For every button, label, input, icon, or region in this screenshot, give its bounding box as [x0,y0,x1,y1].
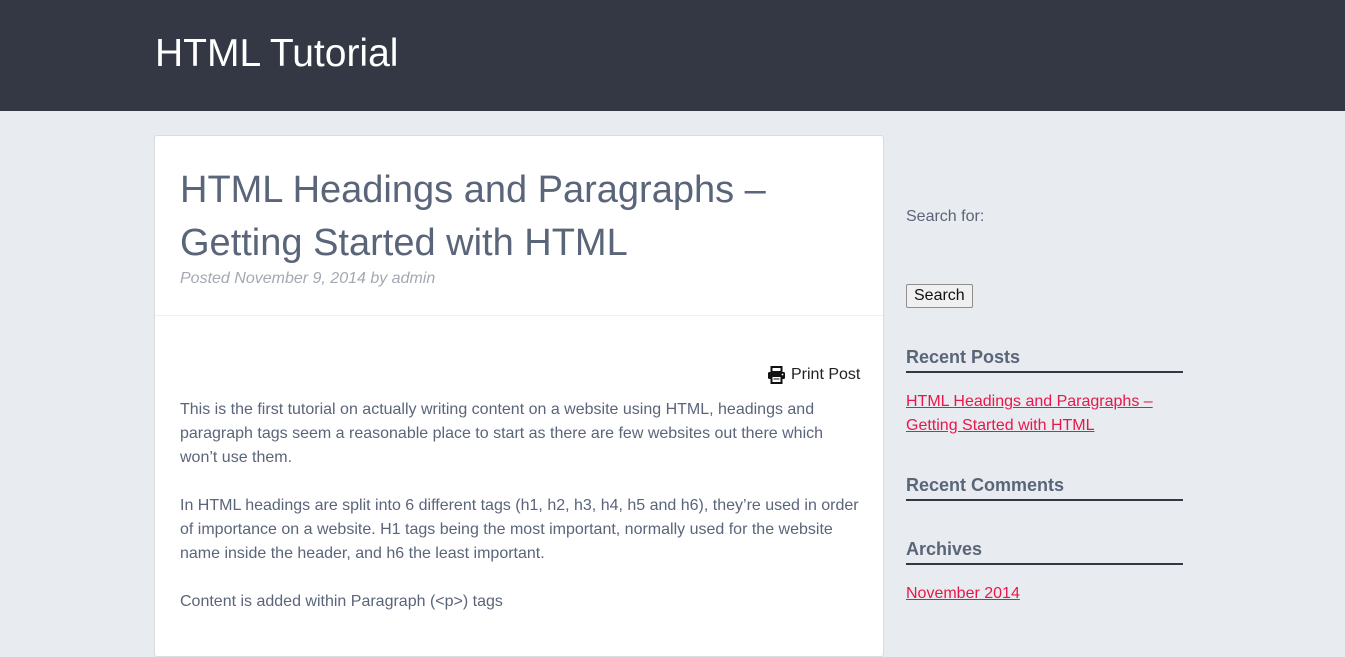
site-header: HTML Tutorial [0,0,1345,111]
printer-icon [767,366,786,384]
recent-comments-title: Recent Comments [906,475,1183,501]
post-body: This is the first tutorial on actually w… [180,398,860,638]
search-label: Search for: [906,208,985,225]
recent-post-link[interactable]: HTML Headings and Paragraphs – Getting S… [906,390,1176,438]
archives-title: Archives [906,539,1183,565]
post-paragraph: In HTML headings are split into 6 differ… [180,497,859,562]
post-divider [155,315,883,316]
post-paragraph: This is the first tutorial on actually w… [180,401,824,466]
site-title-link[interactable]: HTML Tutorial [155,32,398,76]
post-title: HTML Headings and Paragraphs – Getting S… [180,169,766,264]
post-card: HTML Headings and Paragraphs – Getting S… [154,135,884,657]
post-paragraph: Content is added within Paragraph (<p>) … [180,593,503,610]
recent-posts-title: Recent Posts [906,347,1183,373]
archive-link[interactable]: November 2014 [906,582,1176,606]
search-button[interactable]: Search [906,284,973,308]
post-meta: Posted November 9, 2014 by admin [180,270,436,287]
print-post-button[interactable]: Print Post [767,366,860,384]
print-post-label: Print Post [791,366,861,383]
